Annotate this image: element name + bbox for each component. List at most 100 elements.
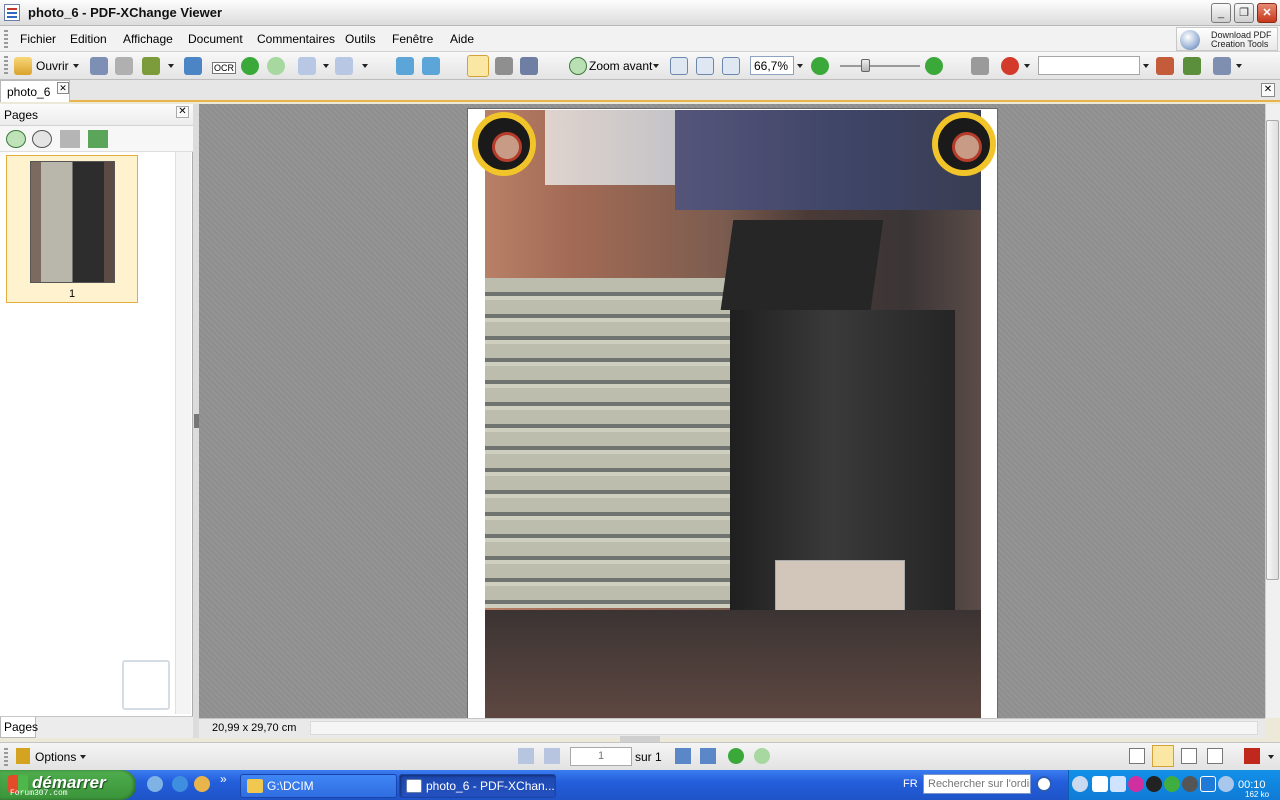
print-icon[interactable] [115,57,133,75]
tray-app-icon[interactable] [1128,776,1144,792]
page-number-input[interactable]: 1 [570,747,632,766]
hand-tool-icon[interactable] [467,55,489,77]
forward-icon[interactable] [267,57,285,75]
find-input[interactable] [1038,56,1140,75]
zoom-in-label[interactable]: Zoom avant [589,59,652,73]
last-page-icon[interactable] [700,748,716,764]
zoom-in-icon[interactable] [569,57,587,75]
tray-search-icon[interactable] [1110,776,1126,792]
tray-shield-icon[interactable] [1092,776,1108,792]
continuous-facing-icon[interactable] [1207,748,1223,764]
ask-icon[interactable] [1001,57,1019,75]
desktop-search-input[interactable]: Rechercher sur l'ordin [923,774,1031,794]
fit-width-icon[interactable] [722,57,740,75]
scan-dropdown[interactable] [168,64,174,68]
undo-icon[interactable] [298,57,316,75]
view-dropdown[interactable] [1268,755,1274,759]
zoom-in-plus-icon[interactable] [925,57,943,75]
tray-media-icon[interactable] [1146,776,1162,792]
facing-pages-icon[interactable] [1181,748,1197,764]
menu-document[interactable]: Document [188,32,243,46]
ask-dropdown[interactable] [1024,64,1030,68]
email-icon[interactable] [184,57,202,75]
save-icon[interactable] [90,57,108,75]
document-tab[interactable]: photo_6 ✕ [0,80,70,102]
snapshot-icon[interactable] [495,57,513,75]
find-prev-icon[interactable] [1156,57,1174,75]
find-next-icon[interactable] [1183,57,1201,75]
actual-size-icon[interactable] [670,57,688,75]
menu-commentaires[interactable]: Commentaires [257,32,335,46]
reduce-thumbnails-icon[interactable] [32,130,52,148]
first-page-icon[interactable] [518,748,534,764]
close-document-icon[interactable]: ✕ [1261,83,1275,97]
binoculars-icon[interactable] [971,57,989,75]
tools-dropdown[interactable] [1236,64,1242,68]
language-indicator[interactable]: FR [903,778,918,790]
zoom-slider-knob[interactable] [861,59,870,72]
menu-edition[interactable]: Edition [70,32,107,46]
zoom-level-dropdown[interactable] [797,64,803,68]
bottombar-grip[interactable] [4,748,8,766]
restore-button[interactable]: ❐ [1234,3,1254,23]
prev-page-icon[interactable] [544,748,560,764]
zoom-slider-track[interactable] [840,65,920,67]
vertical-scrollbar-thumb[interactable] [1266,120,1279,580]
taskbar-item-pdf-viewer[interactable]: photo_6 - PDF-XChan... [399,774,556,798]
panel-close-icon[interactable]: ✕ [176,106,189,118]
options-dropdown[interactable] [80,755,86,759]
menu-fenetre[interactable]: Fenêtre [392,32,433,46]
open-dropdown[interactable] [73,64,79,68]
fit-page-icon[interactable] [696,57,714,75]
continuous-page-icon[interactable] [1152,745,1174,767]
pdf-adobe-icon[interactable] [1244,748,1260,764]
zoom-out-minus-icon[interactable] [811,57,829,75]
tray-network-icon[interactable] [1218,776,1234,792]
search-icon[interactable] [1036,776,1052,792]
enlarge-thumbnails-icon[interactable] [6,130,26,148]
menubar-grip[interactable] [4,30,8,48]
minimize-button[interactable]: _ [1211,3,1231,23]
quicklaunch-ie-icon[interactable] [172,776,188,792]
tray-sound-icon[interactable] [1182,776,1198,792]
scan-icon[interactable] [142,57,160,75]
rotate-right-icon[interactable] [422,57,440,75]
tray-collapse-icon[interactable] [1072,776,1088,792]
menu-outils[interactable]: Outils [345,32,376,46]
quicklaunch-desktop-icon[interactable] [147,776,163,792]
pages-footer-tab-label[interactable]: Pages [4,720,38,734]
quicklaunch-more-icon[interactable]: » [220,772,227,786]
find-dropdown[interactable] [1143,64,1149,68]
rotate-left-icon[interactable] [396,57,414,75]
pages-panel-scrollbar[interactable] [175,152,191,714]
history-forward-icon[interactable] [754,748,770,764]
menu-aide[interactable]: Aide [450,32,474,46]
zoom-level-input[interactable]: 66,7% [750,56,794,75]
menu-affichage[interactable]: Affichage [123,32,173,46]
redo-icon[interactable] [335,57,353,75]
open-button-label[interactable]: Ouvrir [36,59,69,73]
undo-dropdown[interactable] [323,64,329,68]
print-pages-icon[interactable] [60,130,80,148]
zoom-dropdown[interactable] [653,64,659,68]
select-tool-icon[interactable] [520,57,538,75]
single-page-icon[interactable] [1129,748,1145,764]
back-icon[interactable] [241,57,259,75]
tray-update-icon[interactable] [1164,776,1180,792]
close-button[interactable]: ✕ [1257,3,1277,23]
toolbar-grip[interactable] [4,56,8,76]
quicklaunch-outlook-icon[interactable] [194,776,210,792]
taskbar-item-dcim[interactable]: G:\DCIM [240,774,397,798]
options-button[interactable]: Options [35,750,76,764]
page-thumbnail-image[interactable] [30,161,115,283]
tab-close-icon[interactable]: ✕ [57,82,69,94]
open-folder-icon[interactable] [14,57,32,75]
menu-fichier[interactable]: Fichier [20,32,56,46]
tray-device-icon[interactable] [1200,776,1216,792]
tools-icon[interactable] [1213,57,1231,75]
ocr-icon[interactable]: OCR [212,62,236,74]
app-icon[interactable] [4,4,20,21]
insert-pages-icon[interactable] [88,130,108,148]
horizontal-scrollbar[interactable] [310,721,1258,735]
download-pdf-tools-button[interactable]: Download PDF Creation Tools [1176,27,1278,51]
